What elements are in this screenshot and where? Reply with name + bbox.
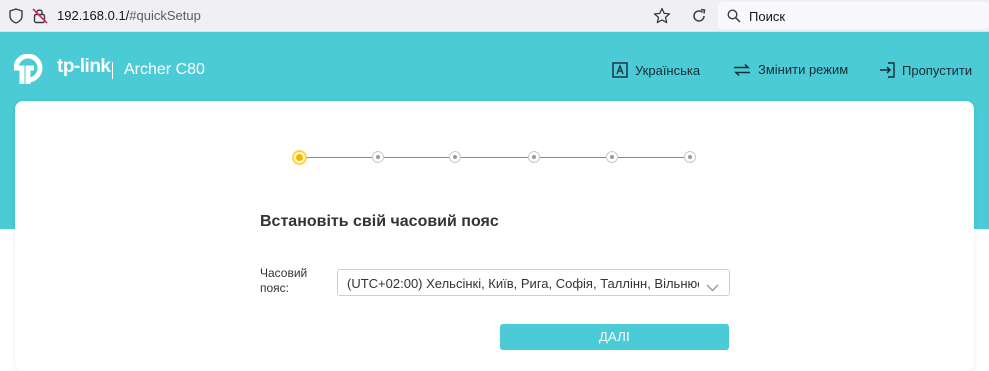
skip-icon — [880, 62, 895, 78]
broken-lock-icon[interactable] — [32, 7, 48, 29]
brand-divider — [112, 62, 113, 79]
switch-mode-icon — [734, 63, 750, 76]
language-icon — [612, 62, 628, 78]
step-6-dot — [684, 151, 696, 163]
skip-button[interactable]: Пропустити — [879, 62, 972, 78]
step-1-dot — [292, 150, 307, 165]
tp-link-logo-icon — [13, 53, 54, 86]
step-2-dot — [372, 151, 384, 163]
browser-toolbar: 192.168.0.1/#quickSetup Поиск — [0, 0, 989, 32]
skip-label: Пропустити — [902, 62, 973, 78]
star-icon[interactable] — [652, 6, 672, 26]
model-name: Archer C80 — [124, 61, 205, 78]
reload-icon[interactable] — [689, 6, 709, 26]
timezone-select[interactable]: (UTC+02:00) Хельсінкі, Київ, Рига, Софія… — [337, 269, 730, 296]
step-4-dot — [528, 151, 540, 163]
chevron-down-icon — [706, 279, 719, 297]
next-button[interactable]: ДАЛІ — [500, 324, 729, 350]
timezone-value: (UTC+02:00) Хельсінкі, Київ, Рига, Софія… — [347, 276, 699, 291]
browser-search-input[interactable]: Поиск — [718, 2, 989, 29]
language-label: Українська — [635, 62, 701, 78]
quick-setup-card: Встановіть свій часовий пояс Часовий поя… — [15, 101, 974, 371]
step-3-dot — [449, 151, 461, 163]
change-mode-label: Змінити режим — [758, 62, 849, 77]
step-5-dot — [606, 151, 618, 163]
url-host: 192.168.0.1/ — [57, 8, 130, 23]
brand-name: tp-link — [57, 56, 111, 77]
search-icon — [727, 9, 741, 28]
progress-track — [300, 157, 690, 158]
search-placeholder: Поиск — [749, 9, 786, 24]
url-field[interactable]: 192.168.0.1/#quickSetup — [57, 8, 201, 23]
shield-icon[interactable] — [9, 8, 23, 29]
url-path: #quickSetup — [129, 8, 201, 23]
page-title: Встановіть свій часовий пояс — [260, 213, 499, 230]
timezone-label: Часовий пояс: — [260, 266, 308, 295]
change-mode-button[interactable]: Змінити режим — [733, 62, 848, 77]
language-selector[interactable]: Українська — [612, 62, 700, 78]
